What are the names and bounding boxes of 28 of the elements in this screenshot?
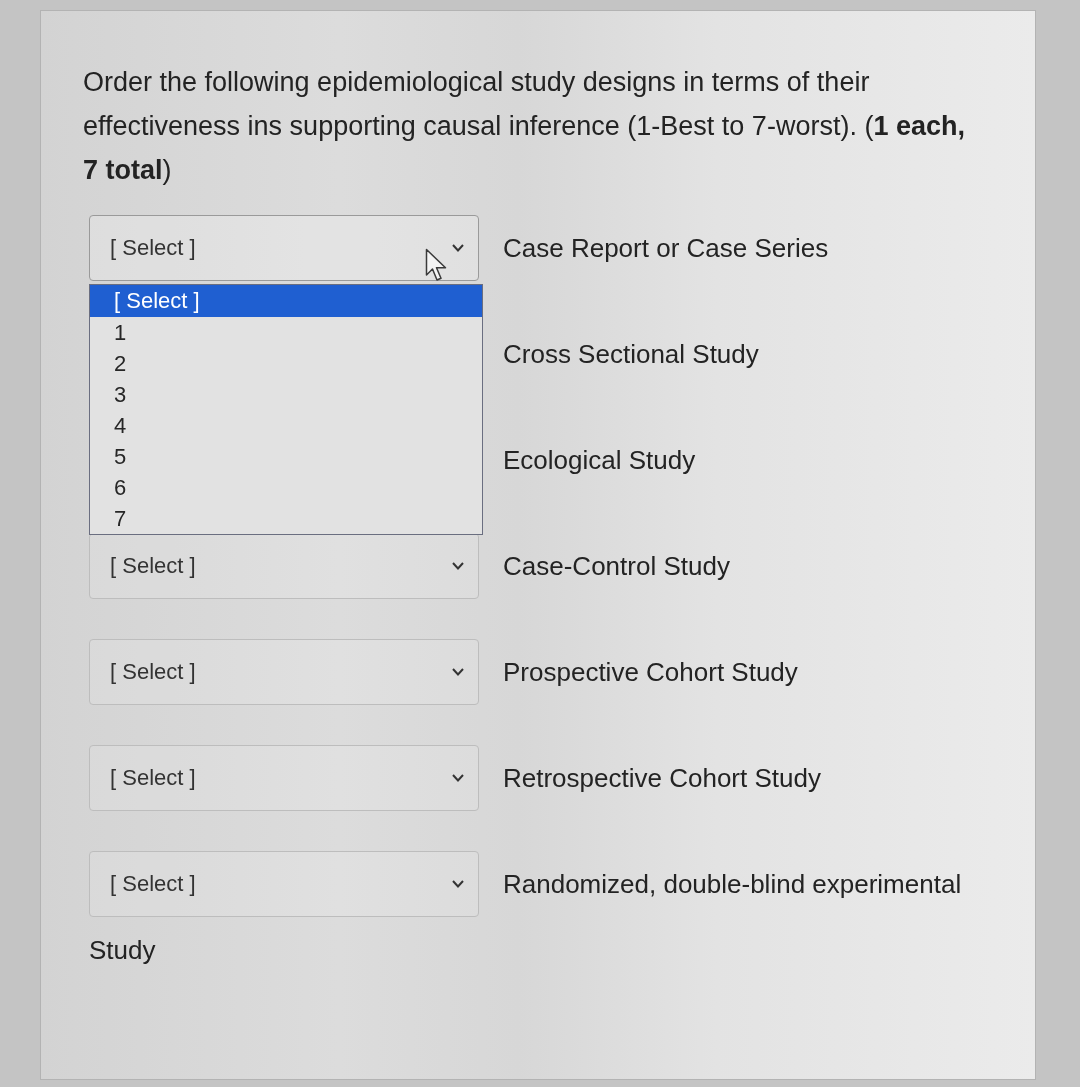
chevron-down-icon (452, 562, 464, 570)
select-dropdown[interactable]: [ Select ] (89, 215, 479, 281)
chevron-down-icon (452, 668, 464, 676)
study-design-label: Randomized, double-blind experimental (503, 869, 962, 899)
mouse-pointer-icon (425, 248, 449, 282)
dropdown-option[interactable]: 1 (90, 317, 482, 348)
dropdown-option[interactable]: 6 (90, 472, 482, 503)
select-dropdown[interactable]: [ Select ] (89, 851, 479, 917)
study-design-label: Case Report or Case Series (503, 233, 829, 263)
dropdown-option[interactable]: 2 (90, 348, 482, 379)
dropdown-option[interactable]: 7 (90, 503, 482, 534)
question-text: Order the following epidemiological study designs in terms of their effectiveness ins supporting causal inference (1-Best to 7-worst). (1 each, 7 total) (83, 66, 966, 187)
study-design-label: Prospective Cohort Study (503, 657, 798, 687)
study-design-label: Retrospective Cohort Study (503, 763, 821, 793)
dropdown-option[interactable]: [ Select ] (90, 285, 482, 317)
dropdown-option[interactable]: 4 (90, 410, 482, 441)
chevron-down-icon (452, 244, 464, 252)
chevron-down-icon (452, 774, 464, 782)
study-design-label: Case-Control Study (503, 551, 730, 581)
study-design-label: Ecological Study (503, 445, 696, 475)
select-dropdown[interactable]: [ Select ] (89, 639, 479, 705)
select-dropdown[interactable]: [ Select ] (89, 745, 479, 811)
dropdown-option[interactable]: 3 (90, 379, 482, 410)
study-design-label: Cross Sectional Study (503, 339, 759, 369)
dropdown-option[interactable]: 5 (90, 441, 482, 472)
select-dropdown[interactable]: [ Select ] (89, 533, 479, 599)
chevron-down-icon (452, 880, 464, 888)
study-design-label: Study (89, 934, 156, 967)
